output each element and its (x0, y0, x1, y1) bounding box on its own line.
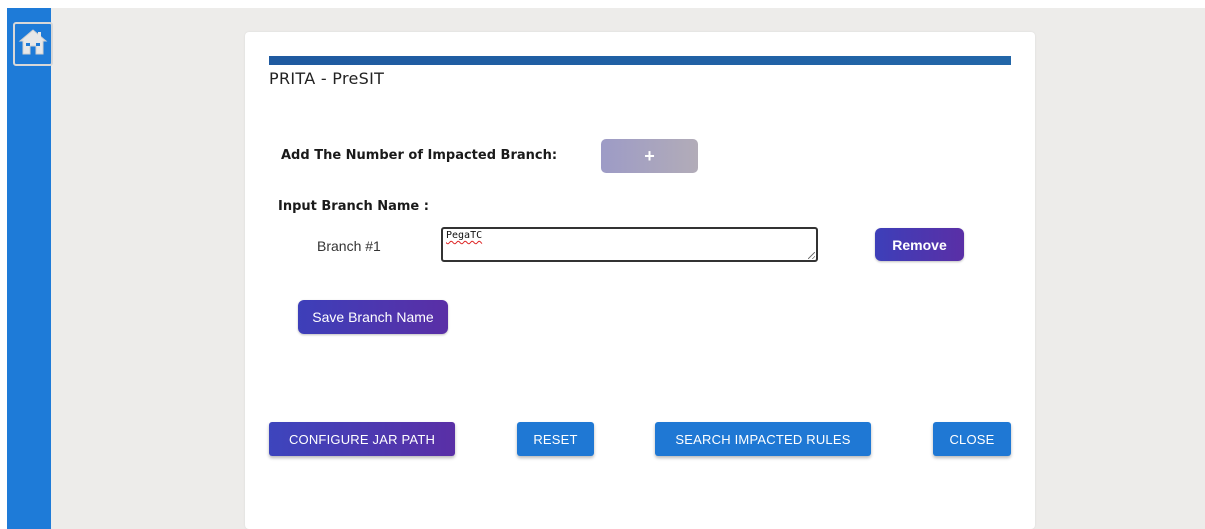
main-card: PRITA - PreSIT Add The Number of Impacte… (245, 32, 1035, 529)
search-impacted-rules-button[interactable]: SEARCH IMPACTED RULES (655, 422, 871, 456)
page-title: PRITA - PreSIT (269, 69, 385, 88)
add-branch-button[interactable]: + (601, 139, 698, 173)
home-icon (18, 27, 48, 62)
add-branch-label: Add The Number of Impacted Branch: (281, 148, 558, 163)
reset-button[interactable]: RESET (517, 422, 594, 456)
close-button[interactable]: CLOSE (933, 422, 1011, 456)
configure-jar-path-button[interactable]: CONFIGURE JAR PATH (269, 422, 455, 456)
title-bar (269, 56, 1011, 65)
save-branch-name-button[interactable]: Save Branch Name (298, 300, 448, 334)
sidebar (7, 8, 53, 529)
input-branch-label: Input Branch Name : (278, 199, 429, 214)
branch-row-label: Branch #1 (317, 238, 381, 254)
resize-handle[interactable] (808, 252, 815, 259)
remove-branch-button[interactable]: Remove (875, 228, 964, 261)
home-button[interactable] (13, 22, 53, 66)
branch-name-value: PegaTC (446, 230, 483, 241)
branch-name-textarea[interactable]: PegaTC (441, 227, 818, 262)
window: PRITA - PreSIT Add The Number of Impacte… (0, 0, 1205, 529)
